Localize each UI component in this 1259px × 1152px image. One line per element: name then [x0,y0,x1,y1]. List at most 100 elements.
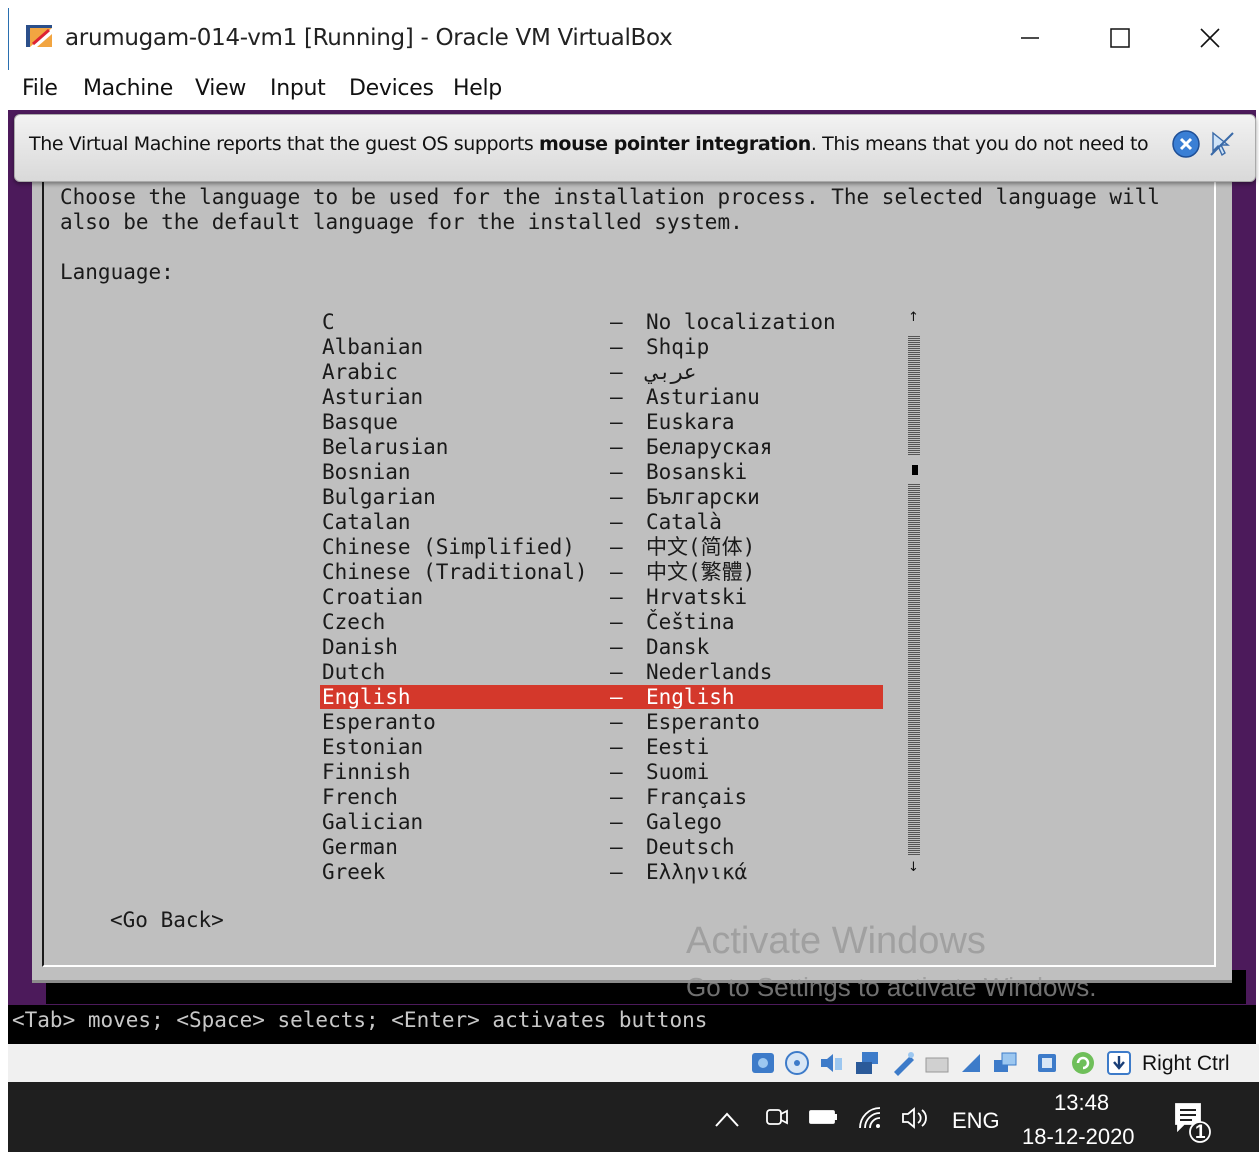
language-option[interactable]: Chinese (Traditional) – 中文(繁體) [32,560,1232,585]
scroll-up-icon[interactable]: ↑ [908,310,919,325]
language-name: Esperanto [322,710,436,734]
language-separator: – [610,760,623,784]
language-option[interactable]: Arabic – عربي [32,360,1232,385]
usb-icon[interactable] [890,1050,916,1076]
language-name: Croatian [322,585,424,609]
input-language-indicator[interactable]: ENG [952,1108,1000,1134]
language-native-name: Ελληνικά [646,860,748,884]
language-native-name: Български [646,485,760,509]
language-option[interactable]: Bulgarian – Български [32,485,1232,510]
menu-file[interactable]: File [22,76,58,101]
close-notification-icon[interactable] [1171,129,1201,159]
battery-icon[interactable] [808,1104,838,1130]
language-option[interactable]: Finnish – Suomi [32,760,1232,785]
language-native-name: Euskara [646,410,735,434]
menu-help[interactable]: Help [453,76,502,101]
language-option[interactable]: C – No localization [32,310,1232,335]
menu-input[interactable]: Input [270,76,326,101]
vm-display[interactable]: Choose the language to be used for the i… [8,110,1256,1044]
mouse-integration-status-icon[interactable] [1070,1050,1096,1076]
language-native-name: Hrvatski [646,585,748,609]
language-native-name: No localization [646,310,836,334]
language-native-name: English [646,685,735,709]
language-option[interactable]: Bosnian – Bosanski [32,460,1232,485]
language-separator: – [610,360,623,384]
language-name: Arabic [322,360,398,384]
go-back-button[interactable]: <Go Back> [110,908,224,933]
language-name: German [322,835,398,859]
language-name: Estonian [322,735,424,759]
mouse-integration-icon[interactable] [1207,129,1237,159]
scrollbar-track-upper[interactable] [908,335,920,455]
scrollbar-thumb[interactable] [912,465,918,475]
language-option[interactable]: Czech – Čeština [32,610,1232,635]
cpu-icon[interactable] [1034,1050,1060,1076]
language-separator: – [610,535,623,559]
scrollbar-track-lower[interactable] [908,483,920,855]
audio-icon[interactable] [818,1050,844,1076]
language-name: English [322,685,411,709]
language-option[interactable]: Chinese (Simplified) – 中文(简体) [32,535,1232,560]
network-icon[interactable] [854,1050,880,1076]
language-option[interactable]: Albanian – Shqip [32,335,1232,360]
language-option[interactable]: Basque – Euskara [32,410,1232,435]
language-name: Basque [322,410,398,434]
language-separator: – [610,485,623,509]
language-option[interactable]: English – English [32,685,1232,710]
shared-folders-icon[interactable] [924,1050,950,1076]
maximize-button[interactable] [1097,16,1143,60]
volume-icon[interactable] [900,1104,932,1132]
language-option[interactable]: Croatian – Hrvatski [32,585,1232,610]
language-option[interactable]: Danish – Dansk [32,635,1232,660]
clock-time[interactable]: 13:48 [1054,1090,1109,1116]
menu-machine[interactable]: Machine [83,76,173,101]
language-separator: – [610,560,623,584]
language-native-name: Galego [646,810,722,834]
wifi-icon[interactable] [856,1104,884,1132]
menu-view[interactable]: View [195,76,246,101]
language-native-name: Asturianu [646,385,760,409]
show-hidden-icons-icon[interactable] [714,1110,740,1128]
language-native-name: 中文(繁體) [646,560,756,584]
notifications-icon[interactable] [1172,1100,1212,1144]
language-separator: – [610,335,623,359]
language-option[interactable]: French – Français [32,785,1232,810]
language-option[interactable]: Galician – Galego [32,810,1232,835]
intro-text-line-1: Choose the language to be used for the i… [60,185,1160,209]
language-option[interactable]: German – Deutsch [32,835,1232,860]
language-name: C [322,310,335,334]
language-option[interactable]: Dutch – Nederlands [32,660,1232,685]
menu-devices[interactable]: Devices [349,76,434,101]
language-separator: – [610,735,623,759]
notification-text-start: The Virtual Machine reports that the gue… [29,133,540,155]
keyboard-icon[interactable] [1106,1050,1132,1076]
language-separator: – [610,410,623,434]
clock-date[interactable]: 18-12-2020 [1022,1124,1135,1150]
language-option[interactable]: Esperanto – Esperanto [32,710,1232,735]
language-name: Chinese (Simplified) [322,535,575,559]
host-key-label: Right Ctrl [1142,1052,1230,1075]
hard-disk-icon[interactable] [750,1050,776,1076]
optical-drive-icon[interactable] [784,1050,810,1076]
window-title: arumugam-014-vm1 [Running] - Oracle VM V… [65,25,673,51]
language-separator: – [610,835,623,859]
language-name: Chinese (Traditional) [322,560,588,584]
recording-icon[interactable] [992,1050,1018,1076]
language-option[interactable]: Catalan – Català [32,510,1232,535]
minimize-button[interactable] [1007,16,1053,60]
meet-now-icon[interactable] [764,1104,790,1130]
language-name: Czech [322,610,386,634]
language-native-name: Shqip [646,335,710,359]
language-option[interactable]: Greek – Ελληνικά [32,860,1232,885]
language-name: Galician [322,810,424,834]
display-icon[interactable] [958,1050,984,1076]
close-button[interactable] [1187,16,1233,60]
notification-text-end: . This means that you do not need to [810,133,1149,155]
language-name: Greek [322,860,386,884]
language-option[interactable]: Belarusian – Беларуская [32,435,1232,460]
scroll-down-icon[interactable]: ↓ [908,860,919,875]
language-name: Finnish [322,760,411,784]
language-option[interactable]: Asturian – Asturianu [32,385,1232,410]
language-option[interactable]: Estonian – Eesti [32,735,1232,760]
language-native-name: عربي [646,360,697,384]
